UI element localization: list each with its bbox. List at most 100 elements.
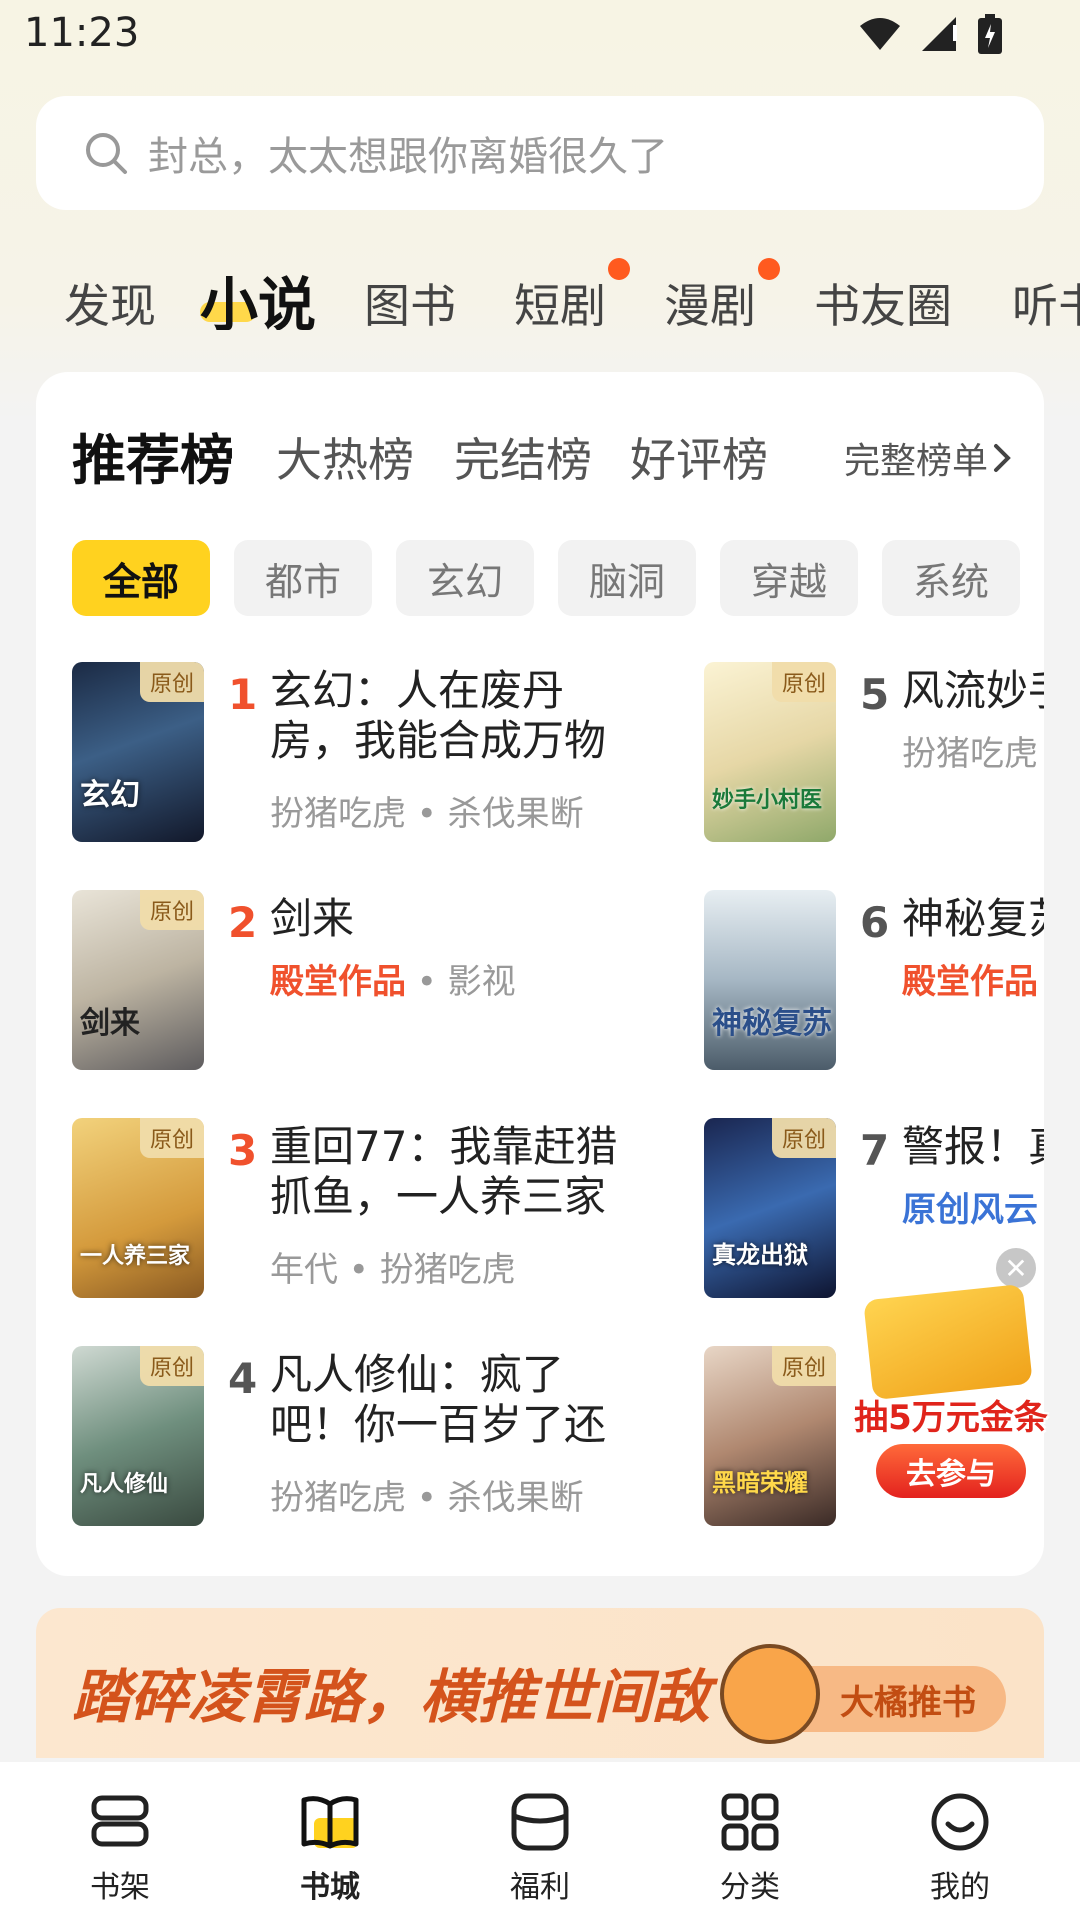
cover-title: 真龙出狱 xyxy=(712,1241,808,1269)
book-item-5[interactable]: 原创 妙手小村医 5 风流妙手 扮猪吃虎 xyxy=(704,662,1044,842)
book-item-1[interactable]: 原创 玄幻 1 玄幻：人在废丹房，我能合成万物 扮猪吃虎 • 杀伐果断 xyxy=(72,662,606,842)
full-list-link[interactable]: 完整榜单 xyxy=(844,432,1016,484)
meta-text: 年代 • 扮猪吃虎 xyxy=(270,1250,516,1290)
tab-book-friends[interactable]: 书友圈 xyxy=(814,270,952,330)
book-item-2[interactable]: 原创 剑来 2 剑来 殿堂作品 • 影视 xyxy=(72,890,592,1070)
cover-title: 神秘复苏 xyxy=(712,1006,832,1041)
promo-join-button[interactable]: 去参与 xyxy=(876,1444,1026,1498)
nav-bookstore[interactable]: 书城 xyxy=(260,1790,400,1905)
search-bar[interactable]: 封总，太太想跟你离婚很久了 xyxy=(36,96,1044,210)
rank-tab-hot[interactable]: 大热榜 xyxy=(276,424,414,490)
tab-novel[interactable]: 小说 xyxy=(200,258,316,330)
tab-short-drama[interactable]: 短剧 xyxy=(514,270,606,330)
grid-icon xyxy=(721,1793,779,1851)
meta-text: • 影视 xyxy=(406,962,516,1002)
tab-discover[interactable]: 发现 xyxy=(64,270,156,330)
book-title: 神秘复苏 xyxy=(902,894,1044,943)
wallet-icon xyxy=(511,1793,569,1851)
original-tag: 原创 xyxy=(771,1346,836,1386)
top-tabs: 发现 小说 图书 短剧 漫剧 书友圈 听书 xyxy=(0,250,1080,330)
book-tags: 扮猪吃虎 xyxy=(902,726,1038,775)
rank-tab-top-rated[interactable]: 好评榜 xyxy=(630,424,768,490)
book-cover: 原创 凡人修仙 xyxy=(72,1346,204,1526)
cover-title: 剑来 xyxy=(80,1006,140,1041)
book-item-3[interactable]: 原创 一人养三家 3 重回77：我靠赶猎抓鱼，一人养三家 年代 • 扮猪吃虎 xyxy=(72,1118,617,1298)
chip-urban[interactable]: 都市 xyxy=(234,540,372,616)
book-item-4[interactable]: 原创 凡人修仙 4 凡人修仙：疯了吧！你一百岁了还 扮猪吃虎 • 杀伐果断 xyxy=(72,1346,606,1526)
tab-audiobook[interactable]: 听书 xyxy=(1012,270,1080,330)
rank-number: 1 xyxy=(228,670,258,719)
gold-bar-promo[interactable]: ✕ 抽5万元金条 去参与 xyxy=(846,1248,1056,1508)
book-cover: 原创 玄幻 xyxy=(72,662,204,842)
open-book-icon xyxy=(301,1796,359,1849)
book-tags: 殿堂作品 • 影视 xyxy=(270,954,516,1003)
nav-category[interactable]: 分类 xyxy=(680,1790,820,1905)
bookshelf-icon xyxy=(91,1795,149,1847)
book-tags: 殿堂作品 xyxy=(902,954,1038,1003)
smiley-icon xyxy=(931,1793,989,1851)
cover-title: 一人养三家 xyxy=(80,1244,191,1269)
book-title: 风流妙手 xyxy=(902,666,1044,715)
original-tag: 原创 xyxy=(139,890,204,930)
nav-mine[interactable]: 我的 xyxy=(890,1790,1030,1905)
nav-label: 书架 xyxy=(90,1870,150,1905)
meta-text: 扮猪吃虎 • 杀伐果断 xyxy=(270,794,584,834)
rank-number: 7 xyxy=(860,1126,890,1175)
category-chips: 全部 都市 玄幻 脑洞 穿越 系统 xyxy=(72,540,1032,616)
rank-number: 6 xyxy=(860,898,890,947)
tab-books[interactable]: 图书 xyxy=(364,270,456,330)
original-tag: 原创 xyxy=(771,662,836,702)
chip-time-travel[interactable]: 穿越 xyxy=(720,540,858,616)
full-list-label: 完整榜单 xyxy=(843,441,988,482)
meta-highlight: 原创风云 xyxy=(902,1190,1038,1230)
nav-bookshelf[interactable]: 书架 xyxy=(50,1790,190,1905)
battery-icon xyxy=(978,14,1002,54)
original-tag: 原创 xyxy=(139,1346,204,1386)
meta-highlight: 殿堂作品 xyxy=(270,962,406,1002)
book-cover: 神秘复苏 xyxy=(704,890,836,1070)
meta-text: 扮猪吃虎 xyxy=(902,734,1038,774)
bottom-nav: 书架 书城 福利 分类 我的 xyxy=(0,1762,1080,1920)
close-icon[interactable]: ✕ xyxy=(996,1248,1036,1288)
chip-brainhole[interactable]: 脑洞 xyxy=(558,540,696,616)
promo-banner[interactable]: 踏碎凌霄路，横推世间敌 大橘推书 xyxy=(36,1608,1044,1758)
cover-title: 玄幻 xyxy=(80,778,140,813)
nav-label: 书城 xyxy=(300,1870,360,1905)
cover-title: 黑暗荣耀 xyxy=(712,1469,808,1497)
original-tag: 原创 xyxy=(771,1118,836,1158)
status-time: 11:23 xyxy=(24,10,140,56)
book-cover: 原创 黑暗荣耀 xyxy=(704,1346,836,1526)
status-icons xyxy=(858,14,1002,54)
nav-label: 分类 xyxy=(720,1870,780,1905)
book-title: 凡人修仙：疯了吧！你一百岁了还 xyxy=(270,1350,607,1449)
book-cover: 原创 剑来 xyxy=(72,890,204,1070)
tab-comic-drama[interactable]: 漫剧 xyxy=(664,270,756,330)
nav-welfare[interactable]: 福利 xyxy=(470,1790,610,1905)
search-icon xyxy=(86,133,127,174)
meta-highlight: 殿堂作品 xyxy=(902,962,1038,1002)
chip-system[interactable]: 系统 xyxy=(882,540,1020,616)
original-tag: 原创 xyxy=(139,662,204,702)
short-drama-dot xyxy=(608,258,630,280)
rank-tab-finished[interactable]: 完结榜 xyxy=(454,424,592,490)
rank-tab-recommend[interactable]: 推荐榜 xyxy=(72,416,234,495)
cover-title: 凡人修仙 xyxy=(80,1472,169,1497)
book-title: 重回77：我靠赶猎抓鱼，一人养三家 xyxy=(270,1122,618,1221)
book-cover: 原创 真龙出狱 xyxy=(704,1118,836,1298)
cover-title: 妙手小村医 xyxy=(712,788,823,813)
book-tags: 原创风云 xyxy=(902,1182,1038,1231)
rank-number: 3 xyxy=(228,1126,258,1175)
chip-fantasy[interactable]: 玄幻 xyxy=(396,540,534,616)
book-title: 剑来 xyxy=(270,894,355,943)
comic-drama-dot xyxy=(758,258,780,280)
rank-number: 2 xyxy=(228,898,258,947)
nav-label: 福利 xyxy=(510,1870,570,1905)
chip-all[interactable]: 全部 xyxy=(72,540,210,616)
book-item-6[interactable]: 神秘复苏 6 神秘复苏 殿堂作品 xyxy=(704,890,1044,1070)
promo-text: 抽5万元金条 xyxy=(854,1398,1048,1438)
book-title: 警报！真 xyxy=(902,1122,1044,1171)
signal-icon xyxy=(922,17,957,51)
book-tags: 年代 • 扮猪吃虎 xyxy=(270,1242,516,1291)
book-title: 玄幻：人在废丹房，我能合成万物 xyxy=(270,666,607,765)
book-cover: 原创 妙手小村医 xyxy=(704,662,836,842)
